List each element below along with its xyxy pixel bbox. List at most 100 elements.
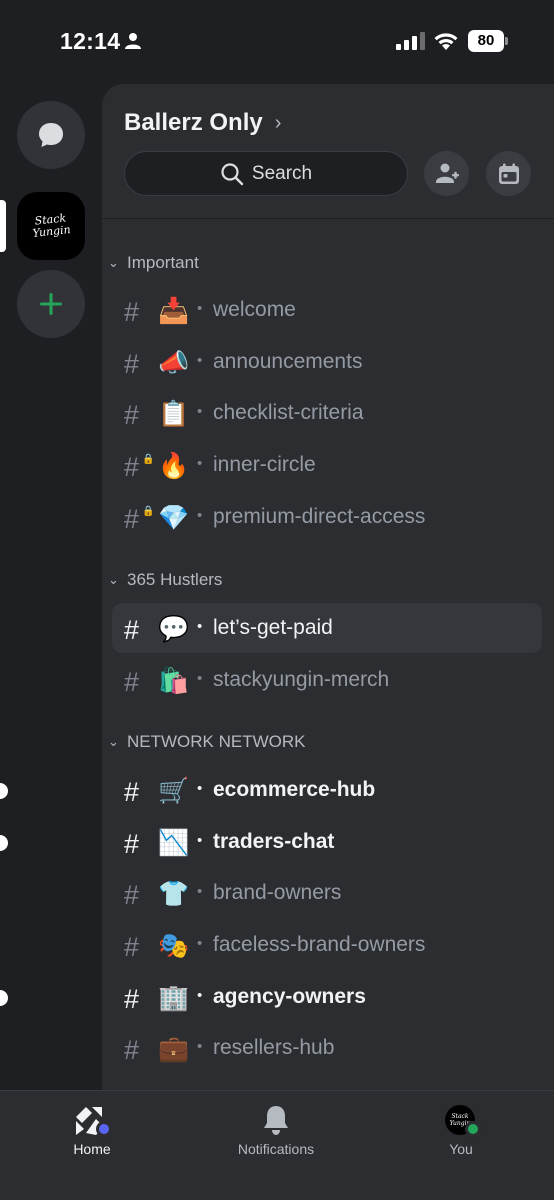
- briefcase-emoji: 💼: [158, 1035, 190, 1063]
- server-icon-ballerz-only[interactable]: Stack Yungin: [17, 192, 85, 260]
- server-rail: Stack Yungin: [0, 84, 102, 1090]
- tab-home[interactable]: Home: [12, 1103, 172, 1163]
- channel-faceless-brand-owners[interactable]: # 🎭 • faceless-brand-owners: [112, 920, 542, 970]
- channel-label: checklist-criteria: [213, 401, 364, 424]
- locked-hash-icon: # 🔒: [124, 504, 155, 534]
- notification-dot: [96, 1121, 112, 1137]
- server-logo-line2: Yungin: [31, 223, 72, 240]
- tab-label: Notifications: [237, 1141, 315, 1157]
- office-building-emoji: 🏢: [158, 984, 190, 1012]
- tab-notifications[interactable]: Notifications: [196, 1103, 356, 1163]
- channel-panel: Ballerz Only › Search ⌄ Important # 📥 • …: [102, 84, 554, 1090]
- separator-dot: •: [197, 455, 203, 472]
- channel-label: brand-owners: [213, 881, 342, 904]
- channel-checklist-criteria[interactable]: # 📋 • checklist-criteria: [112, 388, 542, 438]
- add-person-icon: [435, 163, 459, 183]
- tab-bar: Home Notifications Stack Yungin You: [0, 1090, 554, 1200]
- channel-brand-owners[interactable]: # 👕 • brand-owners: [112, 868, 542, 918]
- separator-dot: •: [197, 832, 203, 849]
- hash-icon: #: [124, 400, 140, 430]
- events-button[interactable]: [486, 151, 531, 196]
- locked-hash-icon: # 🔒: [124, 452, 155, 482]
- channel-label: ecommerce-hub: [213, 778, 376, 801]
- search-bar[interactable]: Search: [124, 151, 408, 196]
- channel-label: stackyungin-merch: [213, 668, 390, 691]
- shopping-bags-emoji: 🛍️: [158, 667, 190, 695]
- chat-bubble-icon: [39, 123, 63, 147]
- signal-icon: [396, 32, 425, 50]
- separator-dot: •: [197, 935, 203, 952]
- chart-decreasing-emoji: 📉: [158, 829, 190, 857]
- channel-label: let’s-get-paid: [213, 616, 333, 639]
- server-name: Ballerz Only: [124, 109, 263, 136]
- chevron-down-icon: ⌄: [108, 255, 119, 270]
- direct-messages-button[interactable]: [17, 101, 85, 169]
- channel-stackyungin-merch[interactable]: # 🛍️ • stackyungin-merch: [112, 655, 542, 705]
- hash-icon: #: [124, 777, 140, 807]
- shopping-cart-emoji: 🛒: [158, 777, 190, 805]
- clipboard-emoji: 📋: [158, 400, 190, 428]
- channel-announcements[interactable]: # 📣 • announcements: [112, 337, 542, 387]
- hash-icon: #: [124, 615, 140, 645]
- separator-dot: •: [197, 670, 203, 687]
- person-icon: [125, 33, 141, 49]
- bell-icon: [264, 1106, 288, 1135]
- category-label: NETWORK NETWORK: [127, 732, 306, 751]
- hash-icon: #: [124, 297, 140, 327]
- megaphone-emoji: 📣: [158, 349, 190, 377]
- invite-members-button[interactable]: [424, 151, 469, 196]
- performing-arts-emoji: 🎭: [158, 932, 190, 960]
- search-icon: [221, 162, 244, 185]
- channel-premium-direct-access[interactable]: # 🔒 💎 • premium-direct-access: [112, 492, 542, 542]
- add-server-button[interactable]: [17, 270, 85, 338]
- separator-dot: •: [197, 618, 203, 635]
- hash-icon: #: [124, 1035, 140, 1065]
- hash-icon: #: [124, 829, 140, 859]
- hash-icon: #: [124, 667, 140, 697]
- separator-dot: •: [197, 1038, 203, 1055]
- plus-icon: [40, 293, 62, 315]
- channel-label: faceless-brand-owners: [213, 933, 426, 956]
- bell-icon-wrap: [254, 1103, 298, 1139]
- separator-dot: •: [197, 780, 203, 797]
- fire-emoji: 🔥: [158, 452, 190, 480]
- channel-ecommerce-hub[interactable]: # 🛒 • ecommerce-hub: [112, 765, 542, 815]
- home-icon-wrap: [70, 1103, 114, 1139]
- online-status-dot: [465, 1121, 481, 1137]
- channel-agency-owners[interactable]: # 🏢 • agency-owners: [112, 972, 542, 1022]
- category-important[interactable]: ⌄ Important: [108, 245, 199, 281]
- selected-server-indicator: [0, 200, 6, 252]
- tab-label: Home: [73, 1141, 111, 1157]
- channel-welcome[interactable]: # 📥 • welcome: [112, 285, 542, 335]
- status-time: 12:14: [60, 28, 121, 54]
- channel-lets-get-paid[interactable]: # 💬 • let’s-get-paid: [112, 603, 542, 653]
- server-header[interactable]: Ballerz Only ›: [124, 109, 281, 137]
- channel-label: announcements: [213, 350, 363, 373]
- channel-inner-circle[interactable]: # 🔒 🔥 • inner-circle: [112, 440, 542, 490]
- chevron-down-icon: ⌄: [108, 734, 119, 749]
- channel-label: inner-circle: [213, 453, 316, 476]
- channel-resellers-hub[interactable]: # 💼 • resellers-hub: [112, 1023, 542, 1073]
- battery-indicator: 80: [468, 30, 508, 52]
- tab-you[interactable]: Stack Yungin You: [381, 1103, 541, 1163]
- separator-dot: •: [197, 987, 203, 1004]
- hash-icon: #: [124, 349, 140, 379]
- hash-icon: #: [124, 984, 140, 1014]
- chevron-right-icon: ›: [274, 111, 282, 134]
- category-network-network[interactable]: ⌄ NETWORK NETWORK: [108, 724, 306, 760]
- calendar-icon: [498, 163, 519, 184]
- separator-dot: •: [197, 300, 203, 317]
- category-label: Important: [127, 253, 199, 272]
- separator-dot: •: [197, 352, 203, 369]
- avatar-line1: Stack: [451, 1113, 469, 1120]
- battery-level: 80: [468, 30, 504, 52]
- hash-icon: #: [124, 932, 140, 962]
- channel-label: welcome: [213, 298, 296, 321]
- category-365-hustlers[interactable]: ⌄ 365 Hustlers: [108, 562, 222, 598]
- lock-icon: 🔒: [142, 454, 155, 465]
- search-placeholder: Search: [251, 162, 313, 184]
- channel-traders-chat[interactable]: # 📉 • traders-chat: [112, 817, 542, 867]
- hash-icon: #: [124, 880, 140, 910]
- channel-label: traders-chat: [213, 830, 335, 853]
- channel-label: agency-owners: [213, 985, 366, 1008]
